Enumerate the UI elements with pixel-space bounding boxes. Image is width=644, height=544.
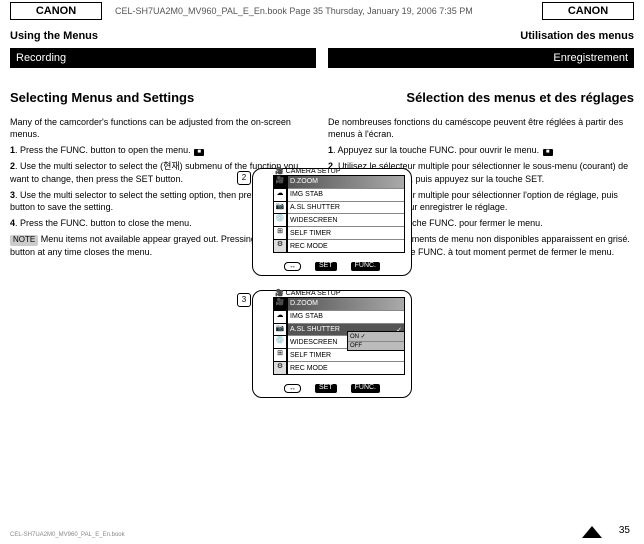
tab-photo-icon[interactable]: 📷	[273, 201, 287, 214]
tab-display-icon[interactable]: ⊞	[273, 226, 287, 239]
brand-box-left: CANON	[10, 2, 102, 20]
nav-arrows-icon[interactable]: ↔	[284, 384, 301, 393]
page-label-left: CEL-SH7UA2M0_MV960_PAL_E_En.book Page 35…	[115, 6, 473, 16]
nav-arrows-icon[interactable]: ↔	[284, 262, 301, 271]
section-title-fr: Sélection des menus et des réglages	[406, 90, 634, 105]
page-triangle-icon	[582, 526, 602, 538]
black-bars: Recording Enregistrement	[10, 48, 634, 68]
tab-setup-icon[interactable]: ⚙	[273, 361, 287, 375]
section-title-en: Selecting Menus and Settings	[10, 90, 194, 105]
black-bar-fr: Enregistrement	[328, 48, 634, 68]
footer-meta: CEL-SH7UA2M0_MV960_PAL_E_En.book	[10, 532, 125, 538]
tab-cloud-icon[interactable]: ☁	[273, 310, 287, 323]
option-on[interactable]: ON ✓	[348, 332, 404, 342]
step1-txt-fr: Appuyez sur la touche FUNC. pour ouvrir …	[338, 145, 540, 155]
menu-row[interactable]: A.SL SHUTTER	[288, 202, 404, 215]
menu-row[interactable]: WIDESCREEN	[288, 214, 404, 227]
camera-icon: ■	[194, 149, 204, 156]
icon-strip-1: 🎥 ☁ 📷 💿 ⊞ ⚙	[273, 175, 287, 253]
step1-txt-en: Press the FUNC. button to open the menu.	[20, 145, 191, 155]
tab-camera-icon[interactable]: 🎥	[273, 297, 287, 310]
camcorder-icon: 🎥	[275, 290, 284, 297]
black-bar-en: Recording	[10, 48, 316, 68]
camcorder-icon: 🎥	[275, 168, 284, 175]
menu-row[interactable]: SELF TIMER	[288, 349, 404, 362]
intro-fr: De nombreuses fonctions du caméscope peu…	[328, 116, 634, 140]
chapter-title-en: Using the Menus	[10, 30, 98, 42]
tab-disc-icon[interactable]: 💿	[273, 335, 287, 348]
tab-display-icon[interactable]: ⊞	[273, 348, 287, 361]
screen-2: 3 🎥 CAMERA SETUP 🎥 ☁ 📷 💿 ⊞ ⚙ D.ZOOM IMG …	[252, 290, 412, 398]
tab-photo-icon[interactable]: 📷	[273, 323, 287, 336]
menu-row[interactable]: D.ZOOM	[288, 298, 404, 311]
menu-row[interactable]: IMG STAB	[288, 311, 404, 324]
screen-2-badge: 3	[237, 293, 251, 307]
menu-row[interactable]: REC MODE	[288, 362, 404, 374]
screen-1: 2 🎥 CAMERA SETUP 🎥 ☁ 📷 💿 ⊞ ⚙ D.ZOOM IMG …	[252, 168, 412, 276]
intro-en: Many of the camcorder's functions can be…	[10, 116, 316, 140]
menu-row[interactable]: D.ZOOM	[288, 176, 404, 189]
icon-strip-2: 🎥 ☁ 📷 💿 ⊞ ⚙	[273, 297, 287, 375]
camera-icon: ■	[543, 149, 553, 156]
chapter-row: Using the Menus Utilisation des menus	[10, 30, 634, 42]
screen-2-title: 🎥 CAMERA SETUP	[275, 289, 341, 297]
tab-cloud-icon[interactable]: ☁	[273, 188, 287, 201]
option-popup: ON ✓ OFF	[347, 331, 405, 351]
screen-1-badge: 2	[237, 171, 251, 185]
screen-1-title: 🎥 CAMERA SETUP	[275, 167, 341, 175]
chapter-title-fr: Utilisation des menus	[520, 30, 634, 42]
page-number: 35	[619, 525, 630, 536]
brand-box-right: CANON	[542, 2, 634, 20]
section-row: Selecting Menus and Settings Sélection d…	[10, 90, 634, 105]
tab-disc-icon[interactable]: 💿	[273, 213, 287, 226]
step1-num-fr: 1	[328, 145, 333, 155]
set-button[interactable]: SET	[315, 384, 337, 393]
screen-diagrams: 2 🎥 CAMERA SETUP 🎥 ☁ 📷 💿 ⊞ ⚙ D.ZOOM IMG …	[252, 168, 428, 412]
tab-camera-icon[interactable]: 🎥	[273, 175, 287, 188]
step1-num-en: 1	[10, 145, 15, 155]
menu-row[interactable]: REC MODE	[288, 240, 404, 252]
step3-num-en: 3	[10, 190, 15, 200]
func-button[interactable]: FUNC.	[351, 384, 380, 393]
tab-setup-icon[interactable]: ⚙	[273, 239, 287, 253]
menu-row[interactable]: SELF TIMER	[288, 227, 404, 240]
note-chip-en: NOTE	[10, 235, 38, 246]
set-button[interactable]: SET	[315, 262, 337, 271]
menu-row[interactable]: IMG STAB	[288, 189, 404, 202]
func-button[interactable]: FUNC.	[351, 262, 380, 271]
header: CANON CANON CEL-SH7UA2M0_MV960_PAL_E_En.…	[10, 2, 634, 20]
screen-1-footer: ↔ SET FUNC.	[253, 262, 411, 271]
screen-2-footer: ↔ SET FUNC.	[253, 384, 411, 393]
step4-num-en: 4	[10, 218, 15, 228]
step4-txt-en: Press the FUNC. button to close the menu…	[20, 218, 192, 228]
menu-list-1: D.ZOOM IMG STAB A.SL SHUTTER WIDESCREEN …	[287, 175, 405, 253]
option-off[interactable]: OFF	[348, 342, 404, 350]
step2-num-en: 2	[10, 161, 15, 171]
